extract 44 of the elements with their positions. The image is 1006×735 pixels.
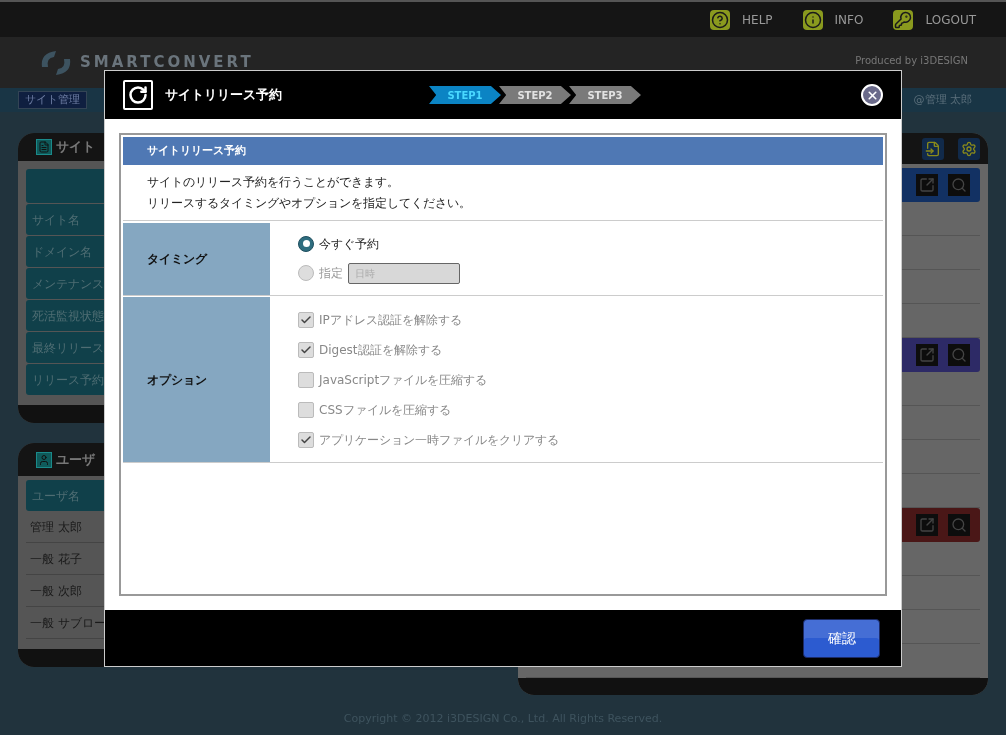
row-heading: オプション — [123, 297, 270, 462]
header-link[interactable]: HELP — [710, 9, 773, 30]
help-icon — [710, 9, 731, 30]
check-icon — [300, 313, 312, 326]
check-icon — [300, 433, 312, 446]
produced-by-text: Produced by i3DESIGN — [855, 54, 968, 68]
refresh-icon — [123, 80, 153, 110]
panel-title: ユーザ — [56, 450, 95, 469]
radio-label: 指定 — [319, 265, 343, 282]
close-icon — [865, 88, 879, 102]
edit-icon[interactable] — [916, 174, 938, 197]
checkbox-label: CSSファイルを圧縮する — [319, 401, 451, 419]
nav-tab[interactable]: サイト管理 — [18, 90, 87, 110]
checkbox-label: アプリケーション一時ファイルをクリアする — [319, 431, 559, 449]
edit-icon[interactable] — [916, 514, 938, 537]
search-icon[interactable] — [948, 514, 970, 537]
panel-title: サイト — [56, 138, 95, 157]
search-icon[interactable] — [948, 344, 970, 367]
user-icon — [36, 451, 52, 468]
radio-button[interactable] — [298, 235, 314, 252]
checkbox-label: JavaScriptファイルを圧縮する — [319, 371, 488, 389]
settings-icon[interactable] — [958, 137, 980, 160]
confirm-button[interactable]: 確認 — [803, 618, 880, 658]
check-icon — [300, 343, 312, 356]
checkbox-label: Digest認証を解除する — [319, 341, 442, 359]
header-link[interactable]: LOGOUT — [893, 9, 976, 30]
checkbox-label: IPアドレス認証を解除する — [319, 311, 462, 329]
key-icon — [893, 9, 914, 30]
modal-title: サイトリリース予約 — [165, 86, 283, 105]
close-button[interactable] — [861, 84, 883, 106]
logo-text: SMARTCONVERT — [80, 52, 254, 74]
search-icon[interactable] — [948, 174, 970, 197]
step-indicator: STEP2 — [499, 86, 571, 104]
section-title: サイトリリース予約 — [123, 137, 883, 165]
edit-icon[interactable] — [916, 344, 938, 367]
import-icon[interactable] — [922, 137, 944, 160]
document-icon — [36, 139, 52, 155]
radio-label: 今すぐ予約 — [319, 235, 379, 253]
step-indicator: STEP3 — [569, 86, 641, 104]
header-link[interactable]: INFO — [802, 9, 864, 30]
description-text: サイトのリリース予約を行うことができます。 — [147, 174, 400, 191]
row-heading: タイミング — [123, 223, 270, 295]
step-indicator: STEP1 — [429, 86, 501, 104]
info-icon — [802, 9, 823, 30]
